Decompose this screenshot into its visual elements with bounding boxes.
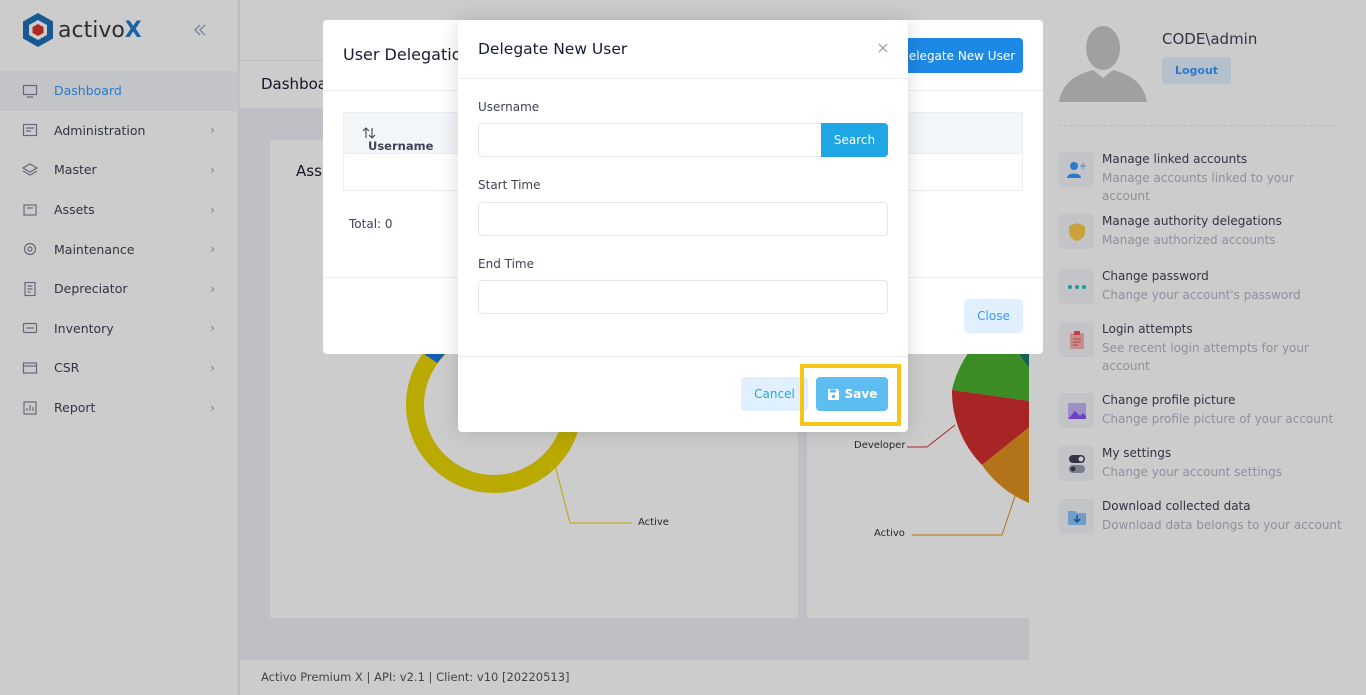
table-total: Total: 0	[349, 217, 393, 231]
highlight-box	[800, 364, 901, 426]
cancel-button[interactable]: Cancel	[741, 377, 808, 411]
modal-title: User Delegation	[343, 45, 472, 64]
column-header-username[interactable]: Username	[356, 126, 433, 153]
start-time-input[interactable]	[478, 202, 888, 236]
end-time-input[interactable]	[478, 280, 888, 314]
close-button[interactable]: Close	[964, 299, 1023, 333]
end-time-label: End Time	[478, 257, 534, 271]
divider	[458, 356, 908, 357]
close-icon[interactable]	[876, 42, 890, 56]
delegate-new-user-button[interactable]: elegate New User	[901, 38, 1023, 73]
username-input[interactable]	[478, 123, 822, 157]
divider	[458, 78, 908, 79]
modal-title: Delegate New User	[478, 40, 628, 58]
sort-icon	[362, 127, 376, 139]
search-button[interactable]: Search	[821, 123, 888, 157]
start-time-label: Start Time	[478, 178, 541, 192]
username-label: Username	[478, 100, 540, 114]
